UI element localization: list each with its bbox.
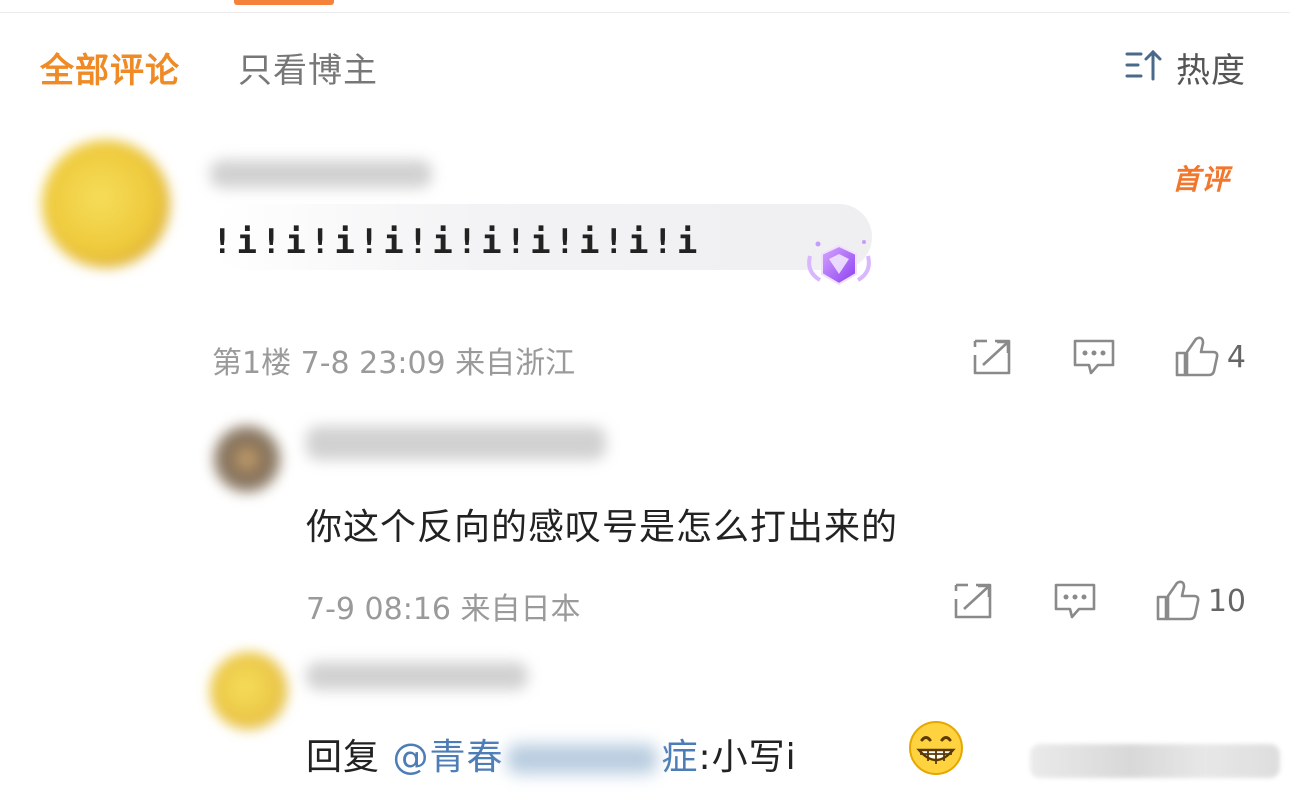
comment-meta: 第1楼 7-8 23:09 来自浙江 [212, 346, 576, 381]
avatar[interactable] [212, 424, 282, 494]
comment-icon[interactable] [1071, 334, 1117, 380]
first-comment-badge: 首评 [1172, 163, 1231, 196]
watermark [1030, 744, 1280, 778]
top-divider [0, 12, 1290, 13]
sort-label: 热度 [1176, 50, 1246, 91]
username-blurred[interactable] [210, 160, 432, 188]
reply-text: 你这个反向的感叹号是怎么打出来的 [306, 507, 899, 548]
reply-suffix: :小写i [698, 737, 797, 778]
reply-text: 回复 @青春 症:小写i [306, 728, 797, 780]
avatar[interactable] [42, 140, 170, 268]
sort-icon [1124, 48, 1164, 86]
reply-actions: 10 [950, 578, 1246, 624]
active-tab-indicator [234, 0, 334, 5]
sort-button[interactable]: 热度 [1124, 44, 1246, 91]
comment-actions: 4 [969, 334, 1246, 380]
like-button[interactable]: 4 [1173, 334, 1246, 380]
diamond-medal-icon [804, 236, 874, 296]
like-icon [1173, 334, 1219, 380]
username-blurred[interactable] [306, 662, 528, 690]
grinning-face-emoji [908, 720, 964, 776]
avatar[interactable] [210, 652, 288, 730]
share-icon[interactable] [950, 578, 996, 624]
comment-icon[interactable] [1052, 578, 1098, 624]
mention-end: 症 [661, 737, 699, 778]
like-count: 4 [1226, 339, 1246, 375]
mention-link[interactable]: @青春 症 [392, 737, 698, 778]
share-icon[interactable] [969, 334, 1015, 380]
like-button[interactable]: 10 [1154, 578, 1246, 624]
mention-blurred [507, 744, 658, 774]
like-count: 10 [1207, 583, 1246, 619]
like-icon [1154, 578, 1200, 624]
tab-blogger-only[interactable]: 只看博主 [238, 43, 378, 92]
reply-prefix: 回复 [306, 737, 393, 778]
mention-start: @青春 [392, 737, 504, 778]
comment-tabs: 全部评论 只看博主 [40, 43, 436, 92]
username-blurred[interactable] [306, 426, 606, 460]
comment-text: !i!i!i!i!i!i!i!i!i!i [212, 222, 702, 262]
tab-all-comments[interactable]: 全部评论 [40, 43, 180, 92]
reply-meta: 7-9 08:16 来自日本 [306, 592, 581, 627]
